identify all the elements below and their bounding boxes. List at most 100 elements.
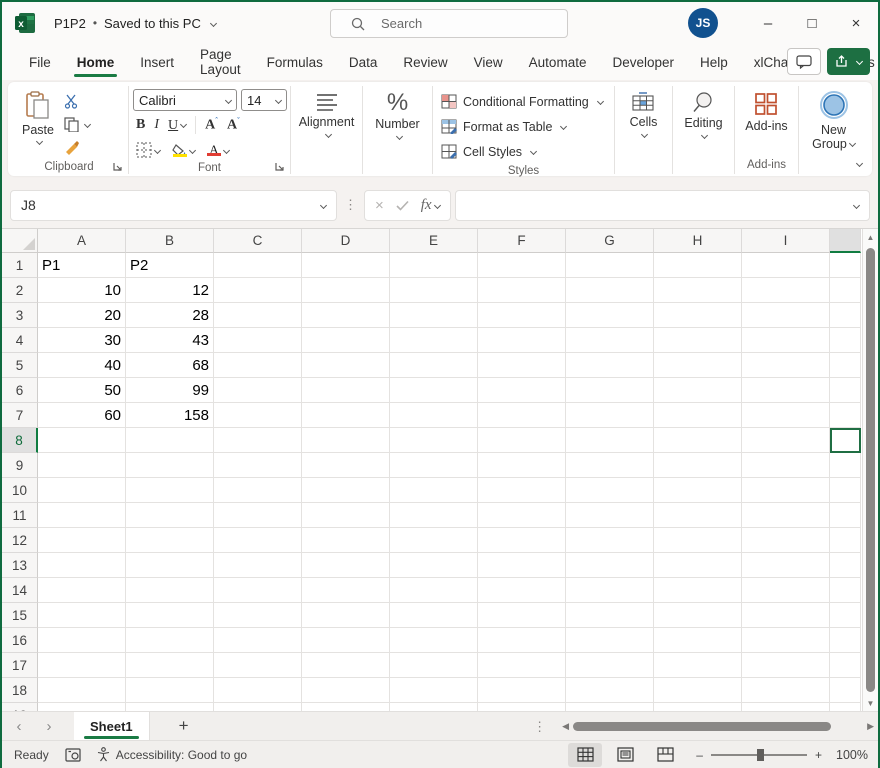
column-header-F[interactable]: F: [478, 229, 566, 253]
row-header-5[interactable]: 5: [2, 353, 38, 378]
cell-G16[interactable]: [566, 628, 654, 653]
cell-D17[interactable]: [302, 653, 390, 678]
row-header-12[interactable]: 12: [2, 528, 38, 553]
cell-H1[interactable]: [654, 253, 742, 278]
cell-G17[interactable]: [566, 653, 654, 678]
cell-E4[interactable]: [390, 328, 478, 353]
cell-D8[interactable]: [302, 428, 390, 453]
alignment-button[interactable]: Alignment: [289, 88, 365, 137]
font-dialog-launcher-icon[interactable]: [275, 162, 284, 171]
column-header-B[interactable]: B: [126, 229, 214, 253]
cell-H6[interactable]: [654, 378, 742, 403]
avatar[interactable]: JS: [688, 8, 718, 38]
cell-E5[interactable]: [390, 353, 478, 378]
zoom-slider[interactable]: [711, 754, 807, 756]
cell-J19[interactable]: [830, 703, 861, 711]
zoom-level[interactable]: 100%: [828, 748, 868, 762]
bold-button[interactable]: B: [136, 117, 145, 133]
row-header-6[interactable]: 6: [2, 378, 38, 403]
tab-review[interactable]: Review: [390, 44, 460, 80]
cell-A7[interactable]: 60: [38, 403, 126, 428]
cell-D11[interactable]: [302, 503, 390, 528]
tab-developer[interactable]: Developer: [599, 44, 687, 80]
row-header-1[interactable]: 1: [2, 253, 38, 278]
cell-F5[interactable]: [478, 353, 566, 378]
cell-I12[interactable]: [742, 528, 830, 553]
new-group-button[interactable]: New Group: [809, 88, 859, 151]
zoom-slider-handle[interactable]: [757, 749, 764, 761]
column-header-G[interactable]: G: [566, 229, 654, 253]
cell-A12[interactable]: [38, 528, 126, 553]
cell-E12[interactable]: [390, 528, 478, 553]
cell-C10[interactable]: [214, 478, 302, 503]
zoom-out-button[interactable]: –: [696, 748, 703, 762]
cell-G5[interactable]: [566, 353, 654, 378]
cell-C16[interactable]: [214, 628, 302, 653]
cell-C4[interactable]: [214, 328, 302, 353]
column-header-H[interactable]: H: [654, 229, 742, 253]
cell-B3[interactable]: 28: [126, 303, 214, 328]
scroll-right-icon[interactable]: ▶: [863, 721, 878, 732]
borders-button[interactable]: [136, 142, 160, 158]
cell-C6[interactable]: [214, 378, 302, 403]
minimize-button[interactable]: –: [746, 2, 790, 44]
cell-G10[interactable]: [566, 478, 654, 503]
cell-F6[interactable]: [478, 378, 566, 403]
cell-E3[interactable]: [390, 303, 478, 328]
cell-D10[interactable]: [302, 478, 390, 503]
cell-B6[interactable]: 99: [126, 378, 214, 403]
cell-A14[interactable]: [38, 578, 126, 603]
cell-E11[interactable]: [390, 503, 478, 528]
cell-I1[interactable]: [742, 253, 830, 278]
cell-F1[interactable]: [478, 253, 566, 278]
formula-input[interactable]: [455, 190, 870, 221]
cell-H4[interactable]: [654, 328, 742, 353]
cell-J16[interactable]: [830, 628, 861, 653]
row-header-2[interactable]: 2: [2, 278, 38, 303]
cell-I7[interactable]: [742, 403, 830, 428]
cell-H8[interactable]: [654, 428, 742, 453]
cell-F4[interactable]: [478, 328, 566, 353]
tab-file[interactable]: File: [16, 44, 64, 80]
copy-button[interactable]: [64, 115, 90, 133]
cell-I19[interactable]: [742, 703, 830, 711]
cell-B5[interactable]: 68: [126, 353, 214, 378]
cell-B7[interactable]: 158: [126, 403, 214, 428]
cell-G14[interactable]: [566, 578, 654, 603]
row-header-9[interactable]: 9: [2, 453, 38, 478]
format-as-table-button[interactable]: Format as Table: [441, 116, 603, 137]
editing-button[interactable]: Editing: [680, 88, 726, 138]
cell-B12[interactable]: [126, 528, 214, 553]
column-header-D[interactable]: D: [302, 229, 390, 253]
cell-D9[interactable]: [302, 453, 390, 478]
cell-A6[interactable]: 50: [38, 378, 126, 403]
cell-I5[interactable]: [742, 353, 830, 378]
cell-C13[interactable]: [214, 553, 302, 578]
cell-H15[interactable]: [654, 603, 742, 628]
increase-font-button[interactable]: Aˆ: [205, 116, 218, 134]
cell-E10[interactable]: [390, 478, 478, 503]
cell-G4[interactable]: [566, 328, 654, 353]
cell-A2[interactable]: 10: [38, 278, 126, 303]
cell-F18[interactable]: [478, 678, 566, 703]
cell-E16[interactable]: [390, 628, 478, 653]
row-header-11[interactable]: 11: [2, 503, 38, 528]
add-sheet-button[interactable]: +: [164, 716, 204, 736]
cell-D6[interactable]: [302, 378, 390, 403]
column-header-A[interactable]: A: [38, 229, 126, 253]
cell-E15[interactable]: [390, 603, 478, 628]
row-header-3[interactable]: 3: [2, 303, 38, 328]
cut-button[interactable]: [64, 92, 90, 110]
cell-E13[interactable]: [390, 553, 478, 578]
cell-H19[interactable]: [654, 703, 742, 711]
cell-C8[interactable]: [214, 428, 302, 453]
cell-C12[interactable]: [214, 528, 302, 553]
cell-C11[interactable]: [214, 503, 302, 528]
cell-B18[interactable]: [126, 678, 214, 703]
cell-H13[interactable]: [654, 553, 742, 578]
cell-F7[interactable]: [478, 403, 566, 428]
cell-B13[interactable]: [126, 553, 214, 578]
cell-J11[interactable]: [830, 503, 861, 528]
cell-H18[interactable]: [654, 678, 742, 703]
zoom-in-button[interactable]: +: [815, 748, 822, 762]
